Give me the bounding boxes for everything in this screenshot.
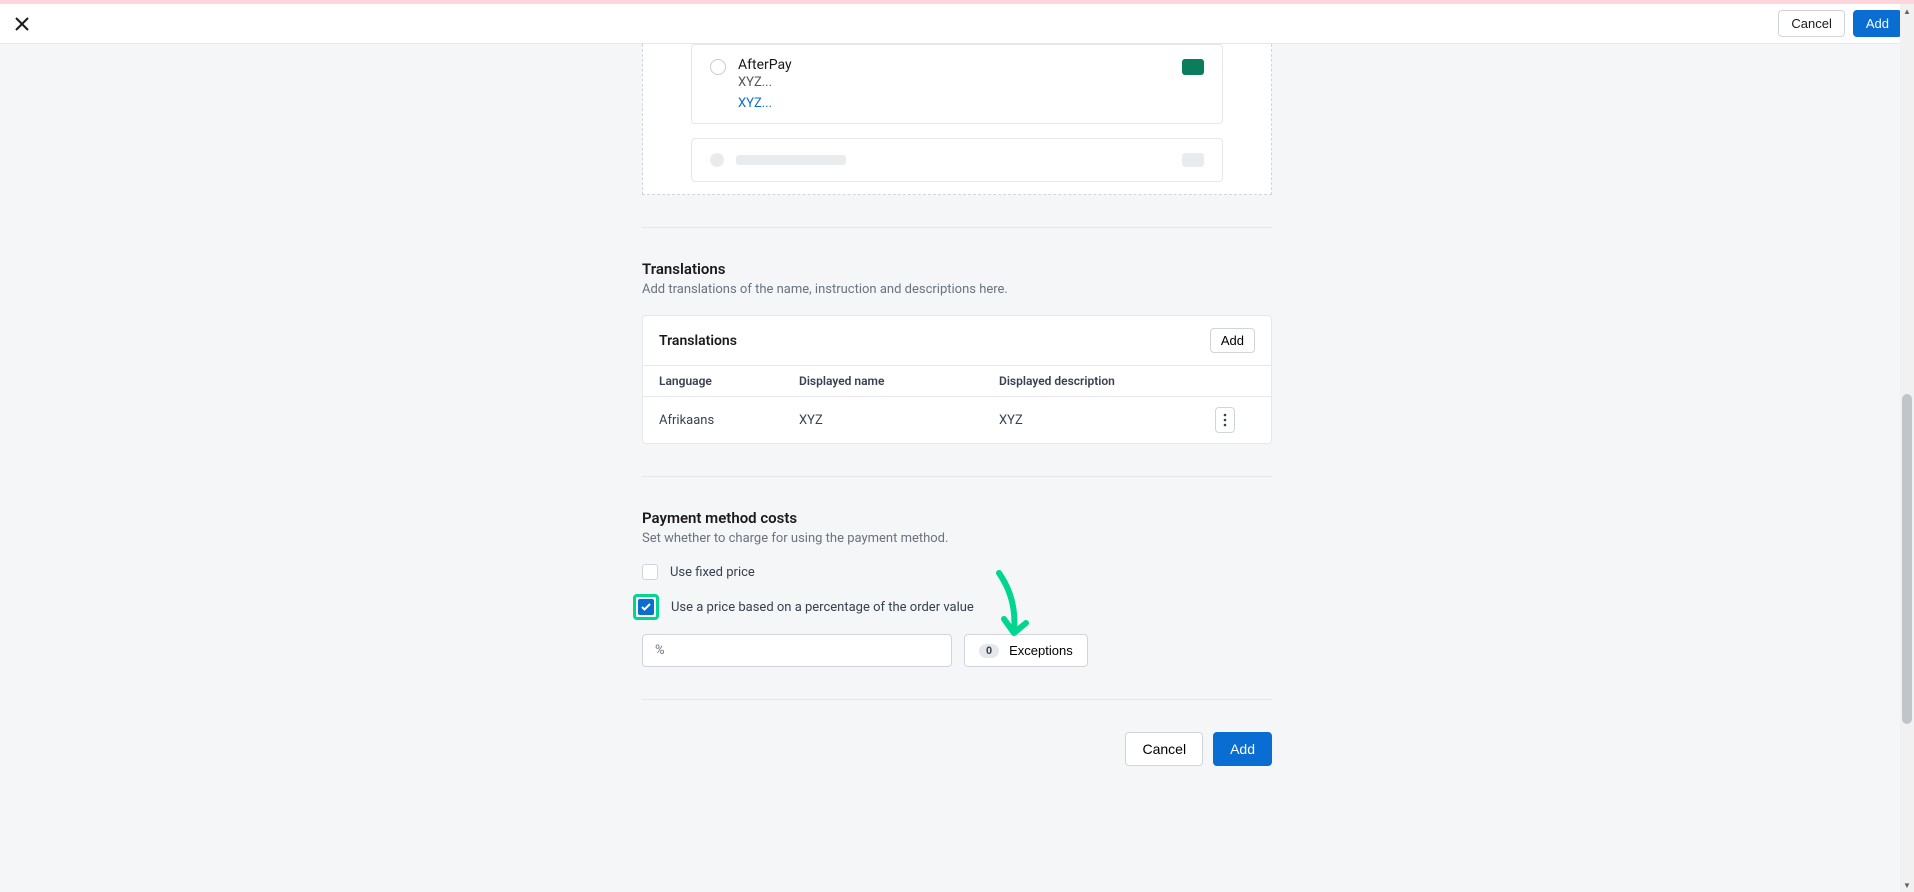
preview-link[interactable]: XYZ...: [738, 96, 1170, 111]
payment-costs-section: Payment method costs Set whether to char…: [642, 509, 1272, 667]
percent-icon: %: [655, 643, 665, 658]
footer-add-button[interactable]: Add: [1213, 732, 1272, 766]
divider: [642, 227, 1272, 228]
cell-desc: XYZ: [999, 413, 1215, 428]
kebab-icon: [1223, 413, 1227, 427]
row-actions-button[interactable]: [1215, 407, 1235, 433]
percent-row: % 0 Exceptions: [642, 634, 1272, 667]
payment-costs-title: Payment method costs: [642, 509, 1272, 527]
scroll-up-icon[interactable]: ▲: [1900, 4, 1914, 18]
exceptions-label: Exceptions: [1009, 643, 1073, 658]
translations-panel-title: Translations: [659, 333, 737, 349]
header-cancel-button[interactable]: Cancel: [1778, 10, 1844, 37]
footer-actions: Cancel Add: [642, 732, 1272, 766]
fixed-price-checkbox[interactable]: [642, 564, 658, 580]
exceptions-button[interactable]: 0 Exceptions: [964, 634, 1088, 667]
translations-desc: Add translations of the name, instructio…: [642, 282, 1272, 297]
highlight-box: [633, 594, 659, 620]
skeleton-badge: [1182, 153, 1204, 167]
col-language: Language: [659, 374, 799, 388]
translations-table-header: Language Displayed name Displayed descri…: [643, 366, 1271, 397]
translations-panel-header: Translations Add: [643, 316, 1271, 366]
footer-cancel-button[interactable]: Cancel: [1125, 732, 1203, 766]
payment-badge-icon: [1182, 59, 1204, 75]
header-add-button[interactable]: Add: [1853, 10, 1902, 37]
translations-title: Translations: [642, 260, 1272, 278]
preview-subtitle: XYZ...: [738, 75, 1170, 90]
scrollbar-thumb[interactable]: [1902, 394, 1912, 724]
divider: [642, 699, 1272, 700]
add-translation-button[interactable]: Add: [1210, 328, 1255, 353]
payment-costs-desc: Set whether to charge for using the paym…: [642, 531, 1272, 546]
close-button[interactable]: [12, 14, 32, 34]
main-content: AfterPay XYZ... XYZ... Translations Add …: [642, 44, 1272, 766]
translations-panel: Translations Add Language Displayed name…: [642, 315, 1272, 444]
preview-card: AfterPay XYZ... XYZ...: [691, 44, 1223, 124]
percentage-row: Use a price based on a percentage of the…: [633, 594, 1272, 620]
close-icon: [14, 16, 30, 32]
cell-language: Afrikaans: [659, 413, 799, 428]
preview-skeleton: [691, 138, 1223, 182]
scrollbar[interactable]: ▲ ▼: [1900, 4, 1914, 892]
fixed-price-label: Use fixed price: [670, 565, 755, 580]
check-icon: [641, 603, 651, 611]
header-actions: Cancel Add: [1778, 10, 1902, 37]
percent-input[interactable]: %: [642, 634, 952, 667]
scroll-down-icon[interactable]: ▼: [1900, 878, 1914, 892]
table-row: Afrikaans XYZ XYZ: [643, 397, 1271, 443]
percentage-label: Use a price based on a percentage of the…: [671, 600, 974, 615]
preview-title: AfterPay: [738, 57, 1170, 73]
translations-section: Translations Add translations of the nam…: [642, 260, 1272, 444]
col-displayed-name: Displayed name: [799, 374, 999, 388]
modal-header: Cancel Add: [0, 4, 1914, 44]
percentage-checkbox[interactable]: [638, 599, 654, 615]
skeleton-radio-icon: [710, 153, 724, 167]
cell-name: XYZ: [799, 413, 999, 428]
fixed-price-row: Use fixed price: [642, 564, 1272, 580]
radio-unchecked-icon[interactable]: [710, 59, 726, 75]
skeleton-bar: [736, 155, 846, 165]
divider: [642, 476, 1272, 477]
preview-panel: AfterPay XYZ... XYZ...: [642, 44, 1272, 195]
col-displayed-desc: Displayed description: [999, 374, 1215, 388]
exceptions-count-badge: 0: [979, 644, 999, 658]
